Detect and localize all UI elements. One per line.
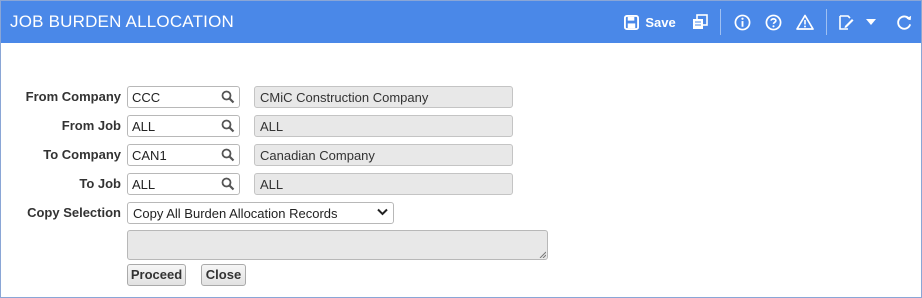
refresh-button[interactable] xyxy=(894,1,914,43)
copy-icon xyxy=(693,14,708,29)
from-company-label: From Company xyxy=(25,89,121,104)
from-company-input[interactable] xyxy=(132,89,218,105)
message-textarea[interactable] xyxy=(127,230,548,260)
to-job-label: To Job xyxy=(79,176,121,191)
copy-selection-select[interactable]: Copy All Burden Allocation Records xyxy=(127,202,394,224)
copy-selection-row: Copy Selection Copy All Burden Allocatio… xyxy=(1,202,921,224)
save-label: Save xyxy=(645,14,676,30)
info-icon xyxy=(734,14,750,30)
save-icon xyxy=(624,14,640,30)
help-button[interactable] xyxy=(762,1,784,43)
options-dropdown-button[interactable] xyxy=(864,1,878,43)
to-company-description: Canadian Company xyxy=(254,144,513,166)
search-icon[interactable] xyxy=(221,177,235,191)
warning-button[interactable] xyxy=(793,1,817,43)
toolbar-separator xyxy=(826,9,827,35)
title-bar: JOB BURDEN ALLOCATION Save xyxy=(1,1,921,43)
to-company-label: To Company xyxy=(43,147,121,162)
from-job-label: From Job xyxy=(61,118,121,133)
refresh-icon xyxy=(896,15,911,30)
job-burden-allocation-window: JOB BURDEN ALLOCATION Save From Company … xyxy=(0,0,922,298)
save-button[interactable]: Save xyxy=(621,1,679,43)
from-company-description: CMiC Construction Company xyxy=(254,86,513,108)
help-icon xyxy=(765,14,781,30)
from-job-description: ALL xyxy=(254,115,513,137)
search-icon[interactable] xyxy=(221,148,235,162)
from-job-field[interactable] xyxy=(127,115,240,137)
to-company-row: To Company Canadian Company xyxy=(1,144,921,166)
to-job-input[interactable] xyxy=(132,176,218,192)
toolbar-separator xyxy=(720,9,721,35)
search-icon[interactable] xyxy=(221,90,235,104)
resize-grip-icon[interactable] xyxy=(539,251,546,258)
to-job-row: To Job ALL xyxy=(1,173,921,195)
to-job-description: ALL xyxy=(254,173,513,195)
close-button[interactable]: Close xyxy=(201,264,246,286)
search-icon[interactable] xyxy=(221,119,235,133)
proceed-button[interactable]: Proceed xyxy=(127,264,186,286)
edit-icon xyxy=(839,14,854,30)
to-company-field[interactable] xyxy=(127,144,240,166)
to-job-field[interactable] xyxy=(127,173,240,195)
from-company-row: From Company CMiC Construction Company xyxy=(1,86,921,108)
info-button[interactable] xyxy=(731,1,753,43)
warning-icon xyxy=(796,14,814,30)
copy-selection-label: Copy Selection xyxy=(27,205,121,220)
from-company-field[interactable] xyxy=(127,86,240,108)
from-job-input[interactable] xyxy=(132,118,218,134)
copy-selection-value: Copy All Burden Allocation Records xyxy=(133,206,338,221)
page-title: JOB BURDEN ALLOCATION xyxy=(10,12,234,31)
edit-button[interactable] xyxy=(836,1,856,43)
dropdown-caret-icon xyxy=(866,18,876,25)
copy-button[interactable] xyxy=(689,1,711,43)
to-company-input[interactable] xyxy=(132,147,218,163)
from-job-row: From Job ALL xyxy=(1,115,921,137)
chevron-down-icon xyxy=(377,208,388,216)
